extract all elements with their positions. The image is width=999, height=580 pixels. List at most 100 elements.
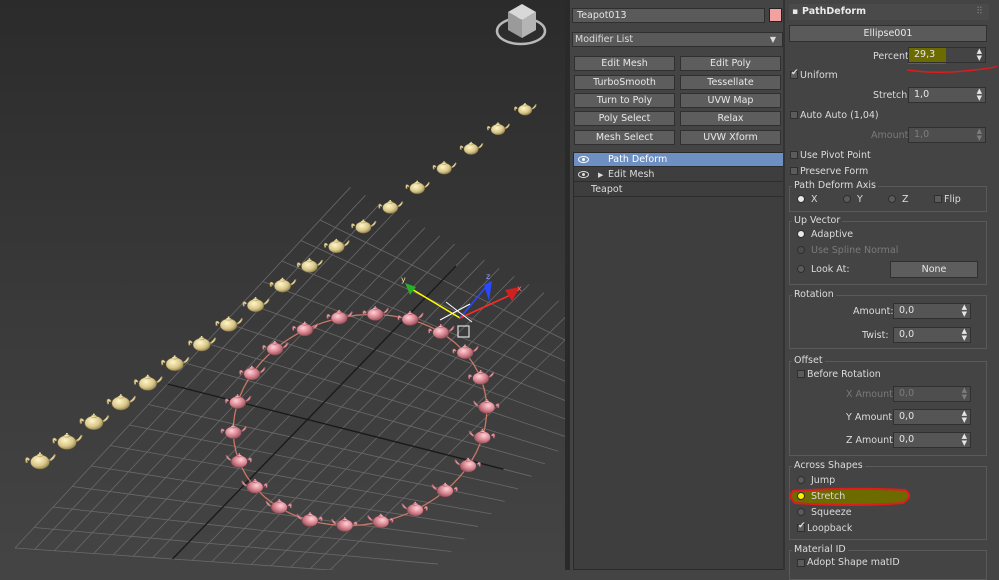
teapot-object[interactable] [397,311,425,326]
up-vector-group-title: Up Vector [792,215,843,226]
teapot-object[interactable] [188,335,217,352]
modifier-button-uvw-xform[interactable]: UVW Xform [680,130,781,145]
twist-spinner[interactable]: 0,0 ▲ ▼ [893,327,971,343]
jump-radio[interactable] [797,476,805,484]
look-at-radio[interactable] [797,265,805,273]
teapot-object[interactable] [472,399,500,414]
axis-x-radio[interactable] [797,195,805,203]
stretch-spinner[interactable]: 1,0 ▲ ▼ [908,87,986,103]
eye-icon[interactable] [578,171,589,178]
svg-text:x: x [517,284,522,293]
teapot-object[interactable] [224,394,252,409]
teapot-object[interactable] [215,316,244,332]
modifier-button-turn-to-poly[interactable]: Turn to Poly [574,93,675,108]
teapot-object[interactable] [269,277,297,293]
spinner-arrows-icon[interactable]: ▲ ▼ [977,128,982,142]
offset-y-label: Y Amount: [846,412,896,423]
teapot-object[interactable] [220,424,248,439]
amount-spinner[interactable]: 1,0 ▲ ▼ [908,127,986,143]
teapot-object[interactable] [330,517,358,532]
spinner-arrows-icon[interactable]: ▲ ▼ [962,387,967,401]
use-pivot-point-checkbox[interactable] [790,151,798,159]
stack-item-edit-mesh[interactable]: ▶ Edit Mesh [574,168,783,182]
teapot-object[interactable] [79,413,110,431]
use-spline-normal-radio[interactable] [797,246,805,254]
teapot-object[interactable] [296,258,324,273]
teapot-object[interactable] [160,355,190,372]
viewport-scene[interactable]: y z x [0,0,565,570]
stack-item-teapot[interactable]: Teapot [574,183,783,197]
offset-y-spinner[interactable]: 0,0 ▲ ▼ [893,409,971,425]
modifier-button-turbosmooth[interactable]: TurboSmooth [574,75,675,90]
teapot-object[interactable] [378,199,404,214]
teapot-object[interactable] [133,374,164,391]
before-rotation-checkbox[interactable] [797,370,805,378]
viewcube[interactable] [495,4,547,46]
object-name-field[interactable]: Teapot013 [572,8,765,23]
object-color-swatch[interactable] [769,8,782,22]
offset-y-value: 0,0 [899,411,915,422]
stack-item-label: Edit Mesh [608,169,655,180]
offset-z-spinner[interactable]: 0,0 ▲ ▼ [893,432,971,448]
axis-y-radio[interactable] [843,195,851,203]
teapot-object[interactable] [454,457,481,473]
teapot-object[interactable] [240,478,268,494]
teapot-object[interactable] [468,429,496,444]
teapot-object[interactable] [467,370,495,385]
teapot-object[interactable] [431,482,458,498]
amount-value: 1,0 [914,129,930,140]
rotation-amount-label: Amount: [853,306,894,317]
spinner-arrows-icon[interactable]: ▲ ▼ [962,433,967,447]
teapot-object[interactable] [486,122,511,136]
teapot-object[interactable] [239,365,266,381]
teapot-object[interactable] [405,180,431,195]
rotation-amount-spinner[interactable]: 0,0 ▲ ▼ [893,303,971,319]
squeeze-radio[interactable] [797,508,805,516]
spinner-arrows-icon[interactable]: ▲ ▼ [962,304,967,318]
eye-icon[interactable] [578,156,589,163]
adopt-shape-matid-checkbox[interactable] [797,559,805,567]
modifier-button-edit-mesh[interactable]: Edit Mesh [574,56,675,71]
teapot-object[interactable] [52,432,83,450]
modifier-list-dropdown[interactable]: Modifier List ▼ [572,32,783,47]
teapot-object[interactable] [459,141,484,155]
loopback-checkbox[interactable] [797,521,806,532]
modifier-stack[interactable]: Path Deform ▶ Edit Mesh Teapot [573,152,784,570]
teapot-object[interactable] [362,306,390,321]
modifier-button-relax[interactable]: Relax [680,111,781,126]
teapot-object[interactable] [106,394,137,411]
teapot-object[interactable] [326,309,354,325]
spinner-arrows-icon[interactable]: ▲ ▼ [962,410,967,424]
axis-y-label: Y [857,194,863,205]
modifier-button-edit-poly[interactable]: Edit Poly [680,56,781,71]
axis-z-radio[interactable] [888,195,896,203]
expand-triangle-icon[interactable]: ▶ [598,168,603,182]
flip-checkbox[interactable] [934,195,942,203]
teapot-object[interactable] [25,452,57,470]
spinner-arrows-icon[interactable]: ▲ ▼ [977,88,982,102]
uniform-checkbox[interactable] [790,68,799,79]
pick-path-button[interactable]: Ellipse001 [789,25,987,42]
spinner-arrows-icon[interactable]: ▲ ▼ [962,328,967,342]
uniform-label: Uniform [800,70,838,81]
stack-item-path-deform[interactable]: Path Deform [574,153,783,167]
preserve-form-checkbox[interactable] [790,167,798,175]
offset-x-spinner[interactable]: 0,0 ▲ ▼ [893,386,971,402]
viewport-perspective[interactable]: y z x [0,0,565,570]
adaptive-radio[interactable] [797,230,805,238]
look-at-none-button[interactable]: None [890,261,978,278]
teapot-object[interactable] [432,161,457,175]
teapot-object[interactable] [351,219,377,234]
modifier-button-poly-select[interactable]: Poly Select [574,111,675,126]
stretch-radio[interactable] [797,492,805,500]
auto-label: Auto [800,110,823,121]
modifier-button-mesh-select[interactable]: Mesh Select [574,130,675,145]
axis-group-title: Path Deform Axis [792,180,878,191]
rollout-header[interactable]: ▪ PathDeform ⠿ [789,4,989,20]
teapot-object[interactable] [514,102,537,116]
modifier-button-uvw-map[interactable]: UVW Map [680,93,781,108]
drag-handle-icon[interactable]: ⠿ [976,4,983,20]
auto-checkbox[interactable] [790,111,798,119]
modifier-button-tessellate[interactable]: Tessellate [680,75,781,90]
teapot-object[interactable] [366,513,394,529]
